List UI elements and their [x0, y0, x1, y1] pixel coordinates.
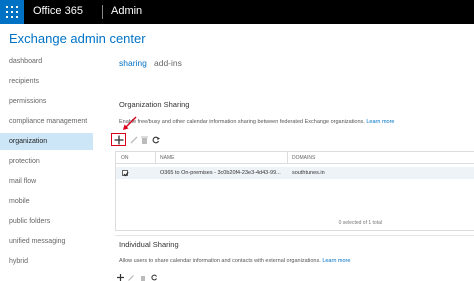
column-divider: [155, 152, 156, 164]
delete-button[interactable]: [140, 135, 149, 145]
org-sharing-title: Organization Sharing: [119, 100, 190, 109]
delete-icon: [141, 136, 148, 144]
nav-item-organization[interactable]: organization: [0, 133, 93, 150]
nav-item-unified-messaging[interactable]: unified messaging: [0, 233, 93, 250]
add-button[interactable]: [111, 133, 126, 146]
checkmark-icon: [123, 171, 129, 177]
tab-add-ins[interactable]: add-ins: [154, 58, 182, 68]
row-domains: southtunes.in: [292, 170, 325, 176]
add-icon: [116, 273, 124, 281]
nav-item-dashboard[interactable]: dashboard: [0, 53, 93, 70]
org-sharing-learn-more-link[interactable]: Learn more: [366, 119, 394, 125]
individual-sharing-title: Individual Sharing: [119, 240, 179, 249]
individual-sharing-description-text: Allow users to share calendar informatio…: [119, 258, 321, 264]
refresh-button[interactable]: [151, 135, 161, 145]
topbar-divider: [102, 5, 103, 19]
column-header-name[interactable]: NAME: [160, 155, 174, 161]
edit-button[interactable]: [129, 135, 139, 145]
column-header-domains[interactable]: DOMAINS: [292, 155, 315, 161]
edit-icon: [127, 274, 134, 281]
nav-item-permissions[interactable]: permissions: [0, 93, 93, 110]
on-checkbox[interactable]: [122, 170, 129, 177]
individual-sharing-description: Allow users to share calendar informatio…: [119, 258, 350, 264]
table-row[interactable]: O365 to On-premises - 3c0b20f4-23e3-4d43…: [116, 167, 474, 179]
column-divider: [287, 152, 288, 164]
annotation-arrow-icon: [123, 116, 137, 130]
table-header: ON NAME DOMAINS: [116, 152, 474, 164]
edit-icon: [130, 136, 138, 144]
row-name: O365 to On-premises - 3c0b20f4-23e3-4d43…: [160, 170, 281, 176]
org-sharing-table: ON NAME DOMAINS O365 to On-premises - 3c…: [115, 151, 474, 231]
individual-delete-button[interactable]: [139, 274, 146, 281]
tab-sharing[interactable]: sharing: [119, 58, 147, 70]
nav-item-protection[interactable]: protection: [0, 153, 93, 170]
nav-item-recipients[interactable]: recipients: [0, 73, 93, 90]
refresh-icon: [152, 136, 160, 144]
admin-link[interactable]: Admin: [111, 5, 142, 17]
section-divider: [115, 235, 474, 236]
refresh-icon: [150, 274, 157, 280]
org-sharing-description-text: Enable free/busy and other calendar info…: [119, 119, 365, 125]
individual-refresh-button[interactable]: [150, 273, 158, 281]
individual-edit-button[interactable]: [127, 274, 134, 281]
individual-sharing-learn-more-link[interactable]: Learn more: [322, 258, 350, 264]
individual-add-button[interactable]: [116, 273, 124, 281]
top-bar: Office 365 Admin: [0, 0, 474, 24]
nav-item-compliance-management[interactable]: compliance management: [0, 113, 93, 130]
app-launcher-button[interactable]: [0, 0, 24, 24]
nav-item-hybrid[interactable]: hybrid: [0, 253, 93, 270]
office365-brand-link[interactable]: Office 365: [33, 5, 83, 17]
delete-icon: [140, 276, 145, 281]
org-sharing-description: Enable free/busy and other calendar info…: [119, 119, 395, 125]
column-header-on[interactable]: ON: [121, 155, 129, 161]
nav-item-mail-flow[interactable]: mail flow: [0, 173, 93, 190]
selection-status: 0 selected of 1 total: [338, 220, 382, 226]
add-icon: [114, 135, 123, 144]
nav-item-public-folders[interactable]: public folders: [0, 213, 93, 230]
page-title: Exchange admin center: [9, 31, 146, 46]
nav-item-mobile[interactable]: mobile: [0, 193, 93, 210]
app-launcher-icon: [6, 6, 18, 18]
